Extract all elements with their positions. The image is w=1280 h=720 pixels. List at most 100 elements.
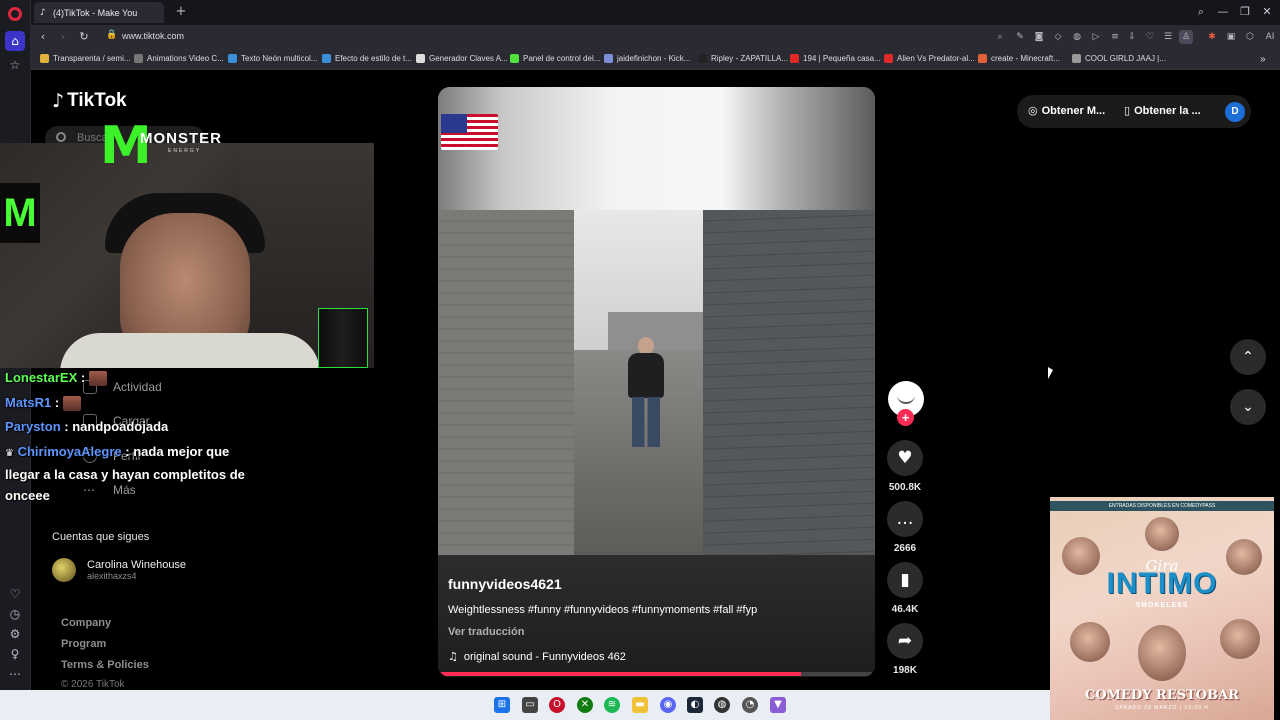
play-icon[interactable]: ▷: [1089, 30, 1103, 44]
get-coins-label: Obtener M...: [1041, 104, 1106, 117]
settings-icon[interactable]: ⚙: [5, 624, 25, 644]
extension-icon[interactable]: ✱: [1205, 30, 1219, 44]
bookmark-item[interactable]: Alien Vs Predator-al...: [884, 54, 975, 63]
heart-icon[interactable]: ♡: [5, 584, 25, 604]
footer-terms-link[interactable]: Terms & Policies: [61, 659, 149, 671]
chat-user: MatsR1: [5, 395, 52, 410]
download-icon[interactable]: ⇩: [1125, 30, 1139, 44]
bookmark-item[interactable]: Texto Neón multicol...: [228, 54, 317, 63]
spotify-icon[interactable]: ≋: [604, 697, 620, 713]
tab-tiktok[interactable]: ♪ (4)TikTok - Make You: [34, 2, 164, 23]
bookmarks-heart-icon[interactable]: ♡: [1143, 30, 1157, 44]
bookmark-icon: [698, 54, 707, 63]
navigation-bar: ‹ › ↻ 🔒 www.tiktok.com ⌕ ✎ ◙ ◇ ◍ ▷ ≡ ⇩ ♡…: [31, 25, 1280, 50]
next-video-button[interactable]: ⌄: [1230, 389, 1266, 425]
forward-icon[interactable]: ›: [55, 29, 71, 45]
translate-link[interactable]: Ver traducción: [448, 626, 524, 638]
app-icon[interactable]: ▼: [770, 697, 786, 713]
bookmark-button[interactable]: ▮: [887, 562, 923, 598]
home-icon[interactable]: ⌂: [5, 31, 25, 51]
emote-icon: [88, 371, 107, 387]
tips-icon[interactable]: ♀: [5, 644, 25, 664]
profile-icon[interactable]: ♙: [1179, 30, 1193, 44]
discord-icon[interactable]: ◉: [660, 697, 676, 713]
video-progress-bar[interactable]: [438, 672, 875, 676]
box-icon[interactable]: ⬡: [1243, 30, 1257, 44]
bookmark-item[interactable]: Panel de control del...: [510, 54, 600, 63]
bookmark-label: Animations Video C...: [147, 54, 224, 63]
shield-icon[interactable]: ◇: [1051, 30, 1065, 44]
more-bookmarks-icon[interactable]: »: [1260, 54, 1266, 65]
bookmark-item[interactable]: Transparenta / semi...: [40, 54, 131, 63]
bookmark-label: Transparenta / semi...: [53, 54, 131, 63]
video-person: [623, 337, 669, 447]
bookmark-item[interactable]: Animations Video C...: [134, 54, 224, 63]
app-icon[interactable]: ◔: [742, 697, 758, 713]
footer-program-link[interactable]: Program: [61, 638, 106, 650]
mouse-cursor-icon: [1048, 367, 1053, 379]
opera-logo-icon[interactable]: [8, 7, 22, 21]
pinboard-icon[interactable]: ☆: [5, 55, 25, 75]
easy-setup-icon[interactable]: ≡: [1108, 30, 1122, 44]
new-tab-button[interactable]: +: [173, 4, 189, 20]
video-sound[interactable]: ♫ original sound - Funnyvideos 462: [448, 650, 626, 663]
video-frame-top: [438, 87, 875, 210]
bookmark-item[interactable]: 194 | Pequeña casa...: [790, 54, 881, 63]
bookmark-item[interactable]: Generador Claves A...: [416, 54, 508, 63]
xbox-icon[interactable]: ✕: [577, 697, 593, 713]
bookmark-item[interactable]: jaidefinichon - Kick...: [604, 54, 690, 63]
sound-label: original sound - Funnyvideos 462: [463, 650, 626, 663]
bookmark-item[interactable]: COOL GIRLD JAAJ |...: [1072, 54, 1166, 63]
search-page-icon[interactable]: ⌕: [993, 30, 1007, 44]
more-options-icon[interactable]: ⋯: [5, 664, 25, 684]
share-count: 198K: [893, 665, 917, 676]
puzzle-icon[interactable]: ▣: [1224, 30, 1238, 44]
obs-icon[interactable]: ◍: [714, 697, 730, 713]
bookmark-item[interactable]: create - Minecraft...: [978, 54, 1060, 63]
history-icon[interactable]: ◷: [5, 604, 25, 624]
close-icon[interactable]: ✕: [1257, 3, 1277, 21]
video-username[interactable]: funnyvideos4621: [448, 576, 562, 592]
comment-button[interactable]: …: [887, 501, 923, 537]
start-icon[interactable]: ⊞: [494, 697, 510, 713]
minimize-icon[interactable]: —: [1213, 3, 1233, 21]
edit-icon[interactable]: ✎: [1013, 30, 1027, 44]
address-field[interactable]: www.tiktok.com: [122, 31, 184, 41]
like-button[interactable]: ♥: [887, 440, 923, 476]
restore-icon[interactable]: ❐: [1235, 3, 1255, 21]
share-button[interactable]: ➦: [887, 623, 923, 659]
video-player[interactable]: funnyvideos4621 Weightlessness #funny #f…: [438, 87, 875, 677]
back-icon[interactable]: ‹: [35, 29, 51, 45]
tiktok-logo-icon: ♪: [52, 90, 65, 112]
phone-icon: ▯: [1124, 104, 1131, 117]
video-description: Weightlessness #funny #funnyvideos #funn…: [448, 604, 758, 616]
user-avatar[interactable]: D: [1225, 102, 1245, 122]
vpn-icon[interactable]: ◍: [1070, 30, 1084, 44]
following-account[interactable]: Carolina Winehouse alexithaxzs4: [52, 558, 186, 582]
tab-strip: ♪ (4)TikTok - Make You + ⌕ — ❐ ✕: [31, 0, 1280, 25]
reload-icon[interactable]: ↻: [76, 29, 92, 45]
get-app-label: Obtener la ...: [1134, 104, 1201, 117]
follow-button[interactable]: +: [897, 409, 914, 426]
tiktok-logo[interactable]: ♪ TikTok: [52, 90, 127, 112]
bookmark-icon: [604, 54, 613, 63]
get-app-button[interactable]: ▯ Obtener la ...: [1124, 104, 1201, 117]
task-view-icon[interactable]: ▭: [522, 697, 538, 713]
file-explorer-icon[interactable]: ▬: [632, 697, 648, 713]
poster-figure: [1220, 619, 1260, 659]
footer-company-link[interactable]: Company: [61, 617, 111, 629]
search-tabs-icon[interactable]: ⌕: [1191, 3, 1211, 21]
bookmark-item[interactable]: Efecto de estilo de t...: [322, 54, 412, 63]
steam-icon[interactable]: ◐: [687, 697, 703, 713]
previous-video-button[interactable]: ⌃: [1230, 339, 1266, 375]
ai-icon[interactable]: AI: [1261, 30, 1279, 44]
menu-icon[interactable]: ☰: [1161, 30, 1175, 44]
bookmark-item[interactable]: Ripley - ZAPATILLA...: [698, 54, 788, 63]
chat-user: ChirimoyaAlegre: [17, 444, 122, 459]
opera-icon[interactable]: O: [549, 697, 565, 713]
event-poster: ENTRADAS DISPONIBLES EN COMEDYPASS Gira …: [1050, 497, 1274, 720]
windows-taskbar: ⊞ ▭ O ✕ ≋ ▬ ◉ ◐ ◍ ◔ ▼: [0, 690, 1050, 720]
get-coins-button[interactable]: ◎ Obtener M...: [1028, 104, 1105, 117]
camera-icon[interactable]: ◙: [1032, 30, 1046, 44]
bookmark-label: Efecto de estilo de t...: [335, 54, 412, 63]
